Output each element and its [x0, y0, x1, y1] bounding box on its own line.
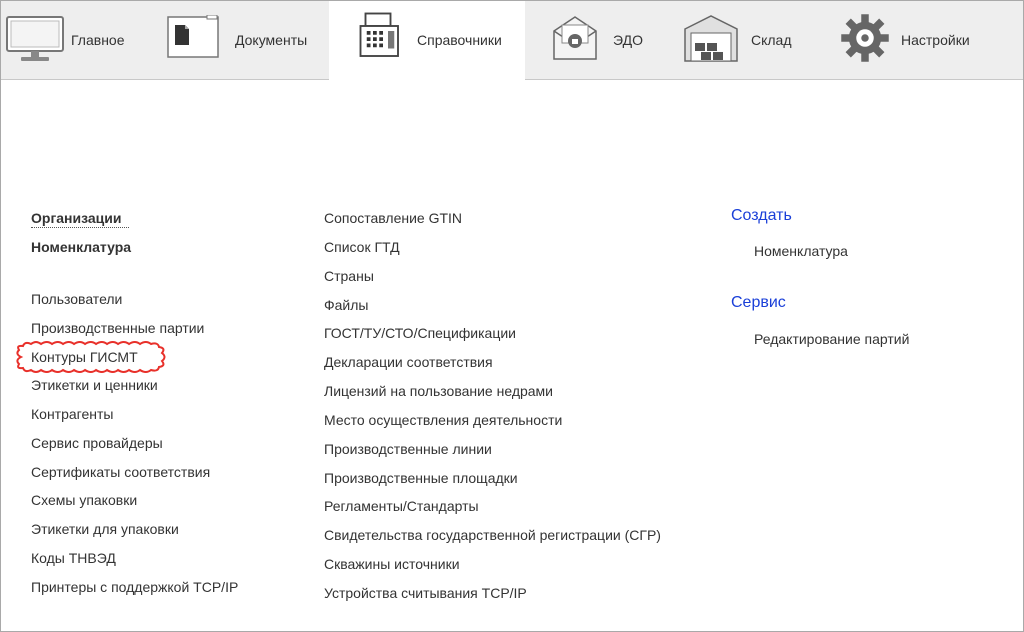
link-files[interactable]: Файлы	[324, 296, 368, 314]
link-production-lines[interactable]: Производственные линии	[324, 440, 492, 458]
link-users[interactable]: Пользователи	[31, 290, 122, 308]
app-window: Главное Документы Справочники ЭДО Склад …	[0, 0, 1024, 632]
link-declarations[interactable]: Декларации соответствия	[324, 353, 493, 371]
link-organizations[interactable]: Организации	[31, 209, 122, 227]
link-subsoil-licenses[interactable]: Лицензий на пользование недрами	[324, 382, 553, 400]
gear-icon	[841, 14, 889, 62]
nav-label-settings: Настройки	[901, 32, 970, 48]
link-standards-specs[interactable]: ГОСТ/ТУ/СТО/Спецификации	[324, 324, 516, 342]
link-tnved-codes[interactable]: Коды ТНВЭД	[31, 549, 116, 567]
document-icon	[167, 15, 219, 58]
section-title-create: Создать	[731, 207, 792, 224]
nav-label-main: Главное	[71, 32, 125, 48]
link-tcp-printers[interactable]: Принтеры с поддержкой TCP/IP	[31, 578, 238, 596]
link-gtd-list[interactable]: Список ГТД	[324, 238, 400, 256]
nav-label-documents: Документы	[235, 32, 308, 48]
link-sgr-certificates[interactable]: Свидетельства государственной регистраци…	[324, 526, 661, 544]
link-gtin-mapping[interactable]: Сопоставление GTIN	[324, 209, 462, 227]
nav-label-directories: Справочники	[417, 32, 502, 48]
link-tcp-readers[interactable]: Устройства считывания TCP/IP	[324, 584, 527, 602]
nav-item-directories[interactable]: Справочники	[329, 1, 525, 80]
monitor-icon	[6, 16, 64, 61]
nav-item-main[interactable]: Главное	[1, 1, 165, 79]
nav-item-edo[interactable]: ЭДО	[525, 1, 669, 79]
link-nomenclature[interactable]: Номенклатура	[31, 238, 131, 256]
link-certificates[interactable]: Сертификаты соответствия	[31, 463, 210, 481]
link-activity-place[interactable]: Место осуществления деятельности	[324, 411, 562, 429]
link-gismt-contours[interactable]: Контуры ГИСМТ	[31, 348, 138, 366]
link-production-sites[interactable]: Производственные площадки	[324, 469, 518, 487]
directory-icon	[359, 12, 399, 57]
link-create-nomenclature[interactable]: Номенклатура	[754, 242, 848, 260]
link-labels-price-tags[interactable]: Этикетки и ценники	[31, 376, 158, 394]
nav-label-edo: ЭДО	[613, 32, 643, 48]
link-service-providers[interactable]: Сервис провайдеры	[31, 434, 163, 452]
link-packing-labels[interactable]: Этикетки для упаковки	[31, 520, 179, 538]
link-packing-schemes[interactable]: Схемы упаковки	[31, 491, 137, 509]
nav-item-documents[interactable]: Документы	[165, 1, 329, 79]
nav-item-settings[interactable]: Настройки	[829, 1, 1023, 79]
link-countries[interactable]: Страны	[324, 267, 374, 285]
dotted-underline	[31, 227, 129, 228]
warehouse-icon	[684, 15, 738, 62]
section-title-service: Сервис	[731, 294, 786, 311]
link-regulations[interactable]: Регламенты/Стандарты	[324, 497, 479, 515]
link-edit-batches[interactable]: Редактирование партий	[754, 330, 909, 348]
link-wells[interactable]: Скважины источники	[324, 555, 460, 573]
nav-item-warehouse[interactable]: Склад	[669, 1, 829, 79]
link-counterparties[interactable]: Контрагенты	[31, 405, 113, 423]
top-nav-bar: Главное Документы Справочники ЭДО Склад …	[1, 1, 1023, 80]
link-production-batches[interactable]: Производственные партии	[31, 319, 204, 337]
edo-envelope-icon	[553, 16, 597, 60]
nav-label-warehouse: Склад	[751, 32, 792, 48]
